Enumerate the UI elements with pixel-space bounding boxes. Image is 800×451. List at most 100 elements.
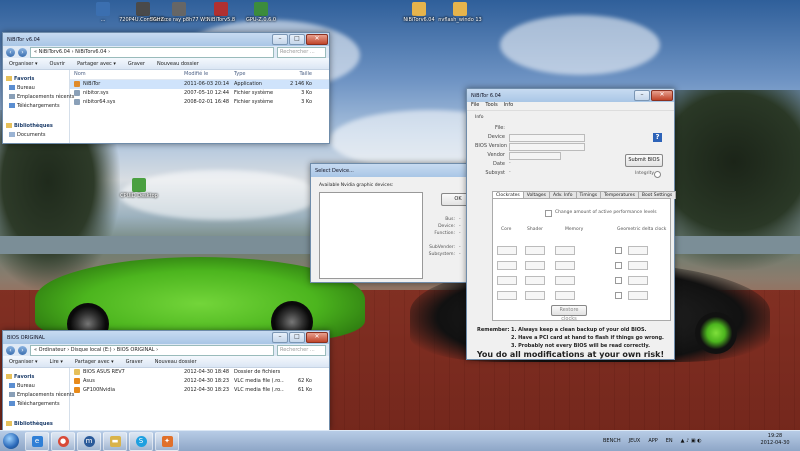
- column-name[interactable]: Nom: [70, 70, 184, 79]
- forward-arrow-icon[interactable]: ›: [18, 345, 27, 355]
- forward-arrow-icon[interactable]: ›: [18, 47, 27, 57]
- delta-checkbox[interactable]: [615, 277, 622, 284]
- search-input[interactable]: Rechercher ...: [277, 46, 326, 58]
- desktop-icon[interactable]: nvflash_windo 13: [425, 2, 495, 23]
- help-icon[interactable]: ?: [653, 133, 662, 142]
- core-clock-field[interactable]: [497, 261, 517, 270]
- taskbar-button-chrome[interactable]: ●: [51, 431, 75, 451]
- close-button[interactable]: ✕: [306, 332, 328, 343]
- maximize-button[interactable]: □: [289, 332, 305, 343]
- column-modified[interactable]: Modifié le: [184, 70, 234, 79]
- file-row[interactable]: nibitor64.sys 2008-02-01 16:48 Fichier s…: [70, 98, 329, 107]
- delta-clock-field[interactable]: [628, 276, 648, 285]
- minimize-button[interactable]: –: [272, 332, 288, 343]
- device-dropdown[interactable]: [509, 134, 585, 142]
- shader-clock-field[interactable]: [525, 276, 545, 285]
- taskbar-button-ie[interactable]: e: [25, 431, 49, 451]
- delta-checkbox[interactable]: [615, 262, 622, 269]
- file-row[interactable]: GF100Nvidia 2012-04-30 18:23 VLC media f…: [70, 386, 329, 395]
- file-row[interactable]: NiBiTor 2011-06-03 20:14 Application 2 1…: [70, 80, 329, 89]
- toolbar-bench[interactable]: BENCH: [603, 438, 621, 444]
- nav-item-desktop[interactable]: Bureau: [3, 84, 69, 93]
- file-row[interactable]: Asus 2012-04-30 18:23 VLC media file (.r…: [70, 377, 329, 386]
- language-indicator[interactable]: EN: [666, 438, 673, 444]
- nav-item-favorites[interactable]: Favoris: [3, 75, 69, 84]
- maximize-button[interactable]: □: [289, 34, 305, 45]
- memory-clock-field[interactable]: [555, 261, 575, 270]
- back-arrow-icon[interactable]: ‹: [6, 345, 15, 355]
- memory-clock-field[interactable]: [555, 276, 575, 285]
- vendor-dropdown[interactable]: [509, 152, 561, 160]
- memory-clock-field[interactable]: [555, 246, 575, 255]
- device-list[interactable]: [319, 192, 423, 279]
- organize-button[interactable]: Organiser ▾: [9, 61, 38, 67]
- submit-bios-button[interactable]: Submit BIOS: [625, 154, 663, 167]
- file-row[interactable]: BIOS ASUS REV7 2012-04-30 18:48 Dossier …: [70, 368, 329, 377]
- share-button[interactable]: Partager avec ▾: [75, 359, 114, 365]
- delta-checkbox[interactable]: [615, 292, 622, 299]
- column-type[interactable]: Type: [234, 70, 284, 79]
- share-button[interactable]: Partager avec ▾: [77, 61, 116, 67]
- toolbar-app[interactable]: APP: [648, 438, 657, 444]
- change-perf-checkbox[interactable]: [545, 210, 552, 217]
- window-titlebar[interactable]: NiBiTor 6.04 – ✕: [467, 89, 674, 102]
- explorer-window-bios[interactable]: BIOS ORIGINAL – □ ✕ ‹ › « Ordinateur › D…: [2, 330, 330, 430]
- burn-button[interactable]: Graver: [128, 61, 145, 67]
- address-bar[interactable]: « Ordinateur › Disque local (E:) › BIOS …: [30, 344, 274, 356]
- menu-file[interactable]: File: [471, 102, 479, 110]
- file-row[interactable]: nibitor.sys 2007-05-10 12:44 Fichier sys…: [70, 89, 329, 98]
- explorer-window-nibitor[interactable]: NiBiTor v6.04 – □ ✕ ‹ › « NiBiTorv6.04 ›…: [2, 32, 330, 144]
- burn-button[interactable]: Graver: [126, 359, 143, 365]
- taskbar-button-nibitor[interactable]: ✦: [155, 431, 179, 451]
- bios-version-field[interactable]: [509, 143, 585, 151]
- nav-item-downloads[interactable]: Téléchargements: [3, 400, 69, 409]
- taskbar-button-explorer[interactable]: ▬: [103, 431, 127, 451]
- minimize-button[interactable]: –: [272, 34, 288, 45]
- restore-clocks-button[interactable]: Restore clocks: [551, 305, 587, 322]
- nav-item-libraries[interactable]: Bibliothèques: [3, 420, 69, 429]
- delta-clock-field[interactable]: [628, 261, 648, 270]
- column-size[interactable]: Taille: [284, 70, 312, 79]
- core-clock-field[interactable]: [497, 291, 517, 300]
- shader-clock-field[interactable]: [525, 291, 545, 300]
- desktop-icon[interactable]: GPU-Z.0.6.0: [226, 2, 296, 23]
- nav-item-downloads[interactable]: Téléchargements: [3, 102, 69, 111]
- desktop-icon[interactable]: CPUID Desktop: [104, 178, 174, 199]
- close-button[interactable]: ✕: [306, 34, 328, 45]
- select-device-dialog[interactable]: Select Device... ✕ Available Nvidia grap…: [310, 163, 490, 283]
- search-input[interactable]: Rechercher ...: [277, 344, 326, 356]
- shader-clock-field[interactable]: [525, 261, 545, 270]
- nav-item-favorites[interactable]: Favoris: [3, 373, 69, 382]
- nav-item-desktop[interactable]: Bureau: [3, 382, 69, 391]
- nav-item-documents[interactable]: Documents: [3, 131, 69, 140]
- new-folder-button[interactable]: Nouveau dossier: [157, 61, 199, 67]
- nav-item-recent[interactable]: Emplacements récents: [3, 93, 74, 102]
- minimize-button[interactable]: –: [634, 90, 650, 101]
- window-titlebar[interactable]: NiBiTor v6.04 – □ ✕: [3, 33, 329, 46]
- clock[interactable]: 19:28 2012-04-30: [756, 433, 794, 447]
- new-folder-button[interactable]: Nouveau dossier: [155, 359, 197, 365]
- delta-clock-field[interactable]: [628, 291, 648, 300]
- menu-info[interactable]: Info: [504, 102, 513, 110]
- core-clock-field[interactable]: [497, 276, 517, 285]
- delta-checkbox[interactable]: [615, 247, 622, 254]
- organize-button[interactable]: Organiser ▾: [9, 359, 38, 365]
- delta-clock-field[interactable]: [628, 246, 648, 255]
- window-titlebar[interactable]: Select Device... ✕: [311, 164, 489, 177]
- nav-item-libraries[interactable]: Bibliothèques: [3, 122, 69, 131]
- core-clock-field[interactable]: [497, 246, 517, 255]
- play-button[interactable]: Lire ▾: [50, 359, 63, 365]
- toolbar-jeux[interactable]: JEUX: [629, 438, 641, 444]
- nav-item-recent[interactable]: Emplacements récents: [3, 391, 74, 400]
- close-button[interactable]: ✕: [651, 90, 673, 101]
- shader-clock-field[interactable]: [525, 246, 545, 255]
- window-titlebar[interactable]: BIOS ORIGINAL – □ ✕: [3, 331, 329, 344]
- taskbar-button-mx[interactable]: m: [77, 431, 101, 451]
- nibitor-window[interactable]: NiBiTor 6.04 – ✕ File Tools Info Info Fi…: [466, 88, 677, 360]
- tray-icons[interactable]: ▲ ♪ ▣ ◐: [681, 438, 702, 444]
- memory-clock-field[interactable]: [555, 291, 575, 300]
- open-button[interactable]: Ouvrir: [50, 61, 66, 67]
- menu-tools[interactable]: Tools: [485, 102, 497, 110]
- back-arrow-icon[interactable]: ‹: [6, 47, 15, 57]
- address-bar[interactable]: « NiBiTorv6.04 › NiBiTorv6.04 ›: [30, 46, 274, 58]
